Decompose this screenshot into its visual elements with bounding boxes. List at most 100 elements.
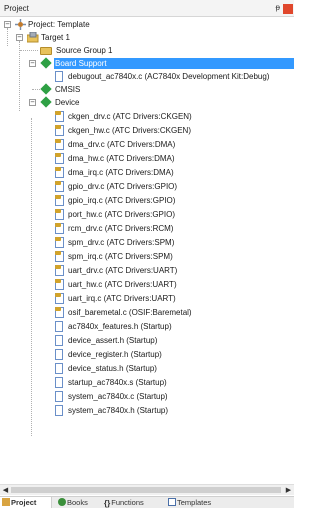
- file-label: system_ac7840x.h (Startup): [68, 406, 169, 415]
- tab-label: Books: [67, 498, 88, 507]
- tree-item-file[interactable]: dma_drv.c (ATC Drivers:DMA): [0, 138, 294, 151]
- tree-item-file[interactable]: system_ac7840x.h (Startup): [0, 404, 294, 417]
- scroll-left-icon[interactable]: ◀: [1, 486, 10, 495]
- scroll-right-icon[interactable]: ▶: [284, 486, 293, 495]
- template-file-icon: [55, 139, 64, 150]
- tree-item-file[interactable]: system_ac7840x.c (Startup): [0, 390, 294, 403]
- collapse-icon[interactable]: −: [29, 60, 36, 67]
- tree-item-file[interactable]: debugout_ac7840x.c (AC7840x Development …: [0, 70, 294, 83]
- tree-item-file[interactable]: spm_irq.c (ATC Drivers:SPM): [0, 250, 294, 263]
- project-icon: [2, 498, 10, 506]
- tree-item-file[interactable]: uart_drv.c (ATC Drivers:UART): [0, 264, 294, 277]
- file-label: system_ac7840x.c (Startup): [68, 392, 168, 401]
- tab-books[interactable]: Books: [56, 497, 98, 508]
- tab-label: Functions: [111, 498, 144, 507]
- target-icon: [26, 31, 39, 43]
- tree-item-file[interactable]: rcm_drv.c (ATC Drivers:RCM): [0, 222, 294, 235]
- tab-functions[interactable]: {}Functions: [102, 497, 162, 508]
- horizontal-scrollbar[interactable]: ◀ ▶: [0, 484, 294, 495]
- file-icon: [55, 349, 63, 360]
- device-label: Device: [55, 98, 80, 107]
- scrollbar-thumb[interactable]: [11, 487, 281, 493]
- template-file-icon: [55, 167, 64, 178]
- file-label: uart_irq.c (ATC Drivers:UART): [68, 294, 176, 303]
- project-icon: [15, 19, 26, 30]
- tree-item-file[interactable]: ac7840x_features.h (Startup): [0, 320, 294, 333]
- project-label: Project: Template: [28, 20, 90, 29]
- tree-item-cmsis[interactable]: CMSIS: [0, 83, 294, 96]
- tab-templates[interactable]: Templates: [166, 497, 228, 508]
- template-file-icon: [55, 195, 64, 206]
- file-label: port_hw.c (ATC Drivers:GPIO): [68, 210, 175, 219]
- target-label: Target 1: [41, 33, 70, 42]
- books-icon: [58, 498, 66, 506]
- tree-item-file[interactable]: port_hw.c (ATC Drivers:GPIO): [0, 208, 294, 221]
- file-label: gpio_drv.c (ATC Drivers:GPIO): [68, 182, 178, 191]
- source-group-label: Source Group 1: [56, 46, 113, 55]
- tree-item-file[interactable]: osif_baremetal.c (OSIF:Baremetal): [0, 306, 294, 319]
- pin-icon[interactable]: ᵽ: [276, 3, 280, 12]
- file-icon: [55, 377, 63, 388]
- file-label: dma_irq.c (ATC Drivers:DMA): [68, 168, 174, 177]
- file-label: startup_ac7840x.s (Startup): [68, 378, 167, 387]
- file-label: device_register.h (Startup): [68, 350, 162, 359]
- component-icon: [40, 57, 52, 69]
- file-icon: [55, 391, 63, 402]
- tree-item-file[interactable]: dma_hw.c (ATC Drivers:DMA): [0, 152, 294, 165]
- template-file-icon: [55, 293, 64, 304]
- tree-item-file[interactable]: gpio_irq.c (ATC Drivers:GPIO): [0, 194, 294, 207]
- panel-tabs: Project Books {}Functions Templates: [0, 496, 294, 508]
- close-icon[interactable]: [283, 4, 293, 14]
- tree-item-board-support[interactable]: − Board Support: [0, 57, 294, 70]
- panel-titlebar: Project ᵽ: [0, 0, 294, 17]
- file-label: ac7840x_features.h (Startup): [68, 322, 172, 331]
- file-label: spm_drv.c (ATC Drivers:SPM): [68, 238, 175, 247]
- tree-guide: [20, 50, 38, 51]
- file-icon: [55, 321, 63, 332]
- project-tree: − Project: Template − Target 1 Source Gr…: [0, 18, 294, 480]
- template-file-icon: [55, 111, 64, 122]
- tree-item-file[interactable]: spm_drv.c (ATC Drivers:SPM): [0, 236, 294, 249]
- tree-item-file[interactable]: ckgen_drv.c (ATC Drivers:CKGEN): [0, 110, 294, 123]
- tree-item-source-group[interactable]: Source Group 1: [0, 44, 294, 57]
- template-file-icon: [55, 181, 64, 192]
- tree-item-file[interactable]: uart_hw.c (ATC Drivers:UART): [0, 278, 294, 291]
- file-label: ckgen_hw.c (ATC Drivers:CKGEN): [68, 126, 191, 135]
- file-label: uart_hw.c (ATC Drivers:UART): [68, 280, 177, 289]
- tree-item-device[interactable]: − Device: [0, 96, 294, 109]
- collapse-icon[interactable]: −: [16, 34, 23, 41]
- template-file-icon: [55, 125, 64, 136]
- file-label: debugout_ac7840x.c (AC7840x Development …: [68, 72, 270, 81]
- tree-guide: [32, 89, 40, 90]
- tree-item-target[interactable]: − Target 1: [0, 31, 294, 44]
- tree-item-file[interactable]: device_status.h (Startup): [0, 362, 294, 375]
- collapse-icon[interactable]: −: [29, 99, 36, 106]
- tree-item-project[interactable]: − Project: Template: [0, 18, 294, 31]
- template-file-icon: [55, 279, 64, 290]
- template-file-icon: [55, 223, 64, 234]
- template-file-icon: [55, 307, 64, 318]
- file-label: gpio_irq.c (ATC Drivers:GPIO): [68, 196, 176, 205]
- file-label: osif_baremetal.c (OSIF:Baremetal): [68, 308, 192, 317]
- file-label: ckgen_drv.c (ATC Drivers:CKGEN): [68, 112, 192, 121]
- tree-item-file[interactable]: startup_ac7840x.s (Startup): [0, 376, 294, 389]
- file-label: dma_drv.c (ATC Drivers:DMA): [68, 140, 176, 149]
- cmsis-label: CMSIS: [55, 85, 81, 94]
- tree-item-file[interactable]: device_register.h (Startup): [0, 348, 294, 361]
- file-label: device_status.h (Startup): [68, 364, 157, 373]
- template-file-icon: [55, 251, 64, 262]
- folder-icon: [40, 47, 52, 55]
- template-file-icon: [55, 209, 64, 220]
- tree-item-file[interactable]: dma_irq.c (ATC Drivers:DMA): [0, 166, 294, 179]
- tree-item-file[interactable]: device_assert.h (Startup): [0, 334, 294, 347]
- file-label: dma_hw.c (ATC Drivers:DMA): [68, 154, 175, 163]
- tree-item-file[interactable]: ckgen_hw.c (ATC Drivers:CKGEN): [0, 124, 294, 137]
- file-icon: [55, 363, 63, 374]
- collapse-icon[interactable]: −: [4, 21, 11, 28]
- tree-item-file[interactable]: gpio_drv.c (ATC Drivers:GPIO): [0, 180, 294, 193]
- template-file-icon: [55, 265, 64, 276]
- file-label: spm_irq.c (ATC Drivers:SPM): [68, 252, 173, 261]
- tab-project[interactable]: Project: [0, 497, 52, 508]
- tree-item-file[interactable]: uart_irq.c (ATC Drivers:UART): [0, 292, 294, 305]
- file-label: device_assert.h (Startup): [68, 336, 158, 345]
